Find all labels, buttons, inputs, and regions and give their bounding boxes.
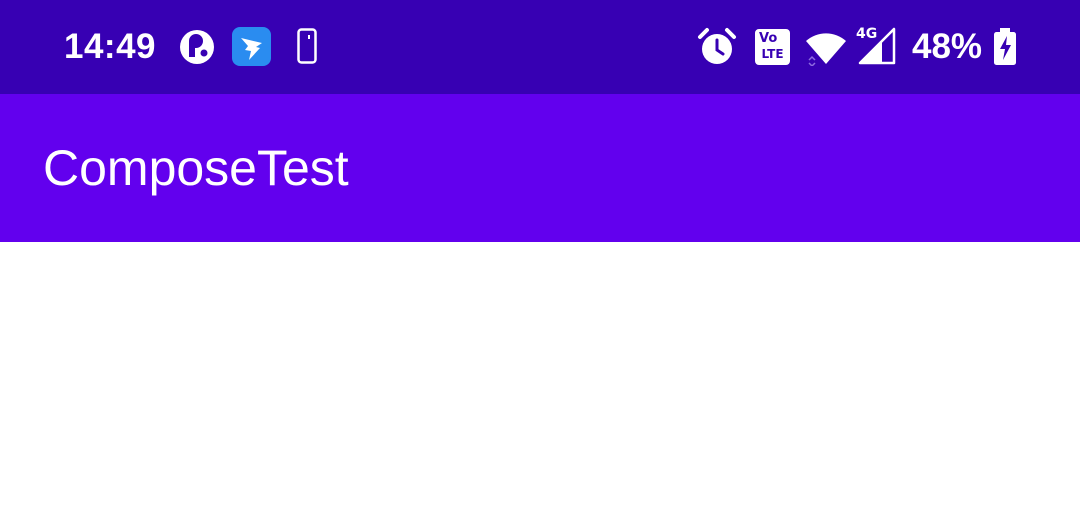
cellular-4g-icon: 4G	[856, 27, 896, 65]
volte-label-bottom: LTE	[761, 47, 784, 61]
app-title: ComposeTest	[43, 140, 349, 196]
dingtalk-icon	[232, 27, 271, 66]
alarm-clock-icon	[698, 28, 736, 64]
top-app-bar: ComposeTest	[0, 94, 1080, 242]
battery-percent: 48%	[912, 27, 983, 66]
content-area	[0, 242, 1080, 510]
volte-icon: Vo LTE	[755, 29, 790, 65]
battery-charging-icon	[994, 28, 1016, 65]
status-bar: 14:49 Vo LTE 4G 48%	[0, 0, 1080, 94]
app-circle-icon	[180, 30, 214, 64]
wifi-icon	[806, 33, 846, 66]
phone-outline-icon	[297, 28, 317, 64]
status-time: 14:49	[64, 27, 157, 66]
volte-label-top: Vo	[759, 31, 778, 46]
screen: 14:49 Vo LTE 4G 48% ComposeTest	[0, 0, 1080, 510]
